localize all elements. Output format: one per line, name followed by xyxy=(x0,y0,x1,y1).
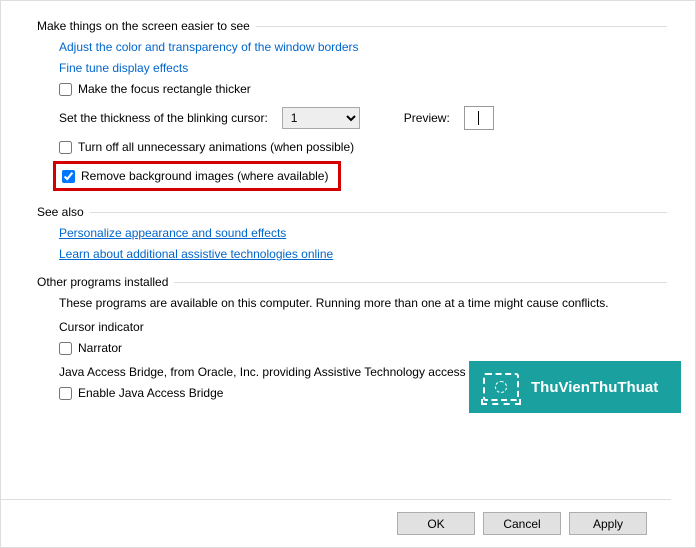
group-other-programs: Other programs installed xyxy=(37,275,667,289)
cursor-preview xyxy=(464,106,494,130)
link-personalize[interactable]: Personalize appearance and sound effects xyxy=(59,226,286,240)
dialog-button-bar: OK Cancel Apply xyxy=(1,499,671,535)
cursor-thickness-label: Set the thickness of the blinking cursor… xyxy=(59,111,268,125)
checkbox-java-access-bridge-label: Enable Java Access Bridge xyxy=(78,386,223,400)
checkbox-remove-background-label: Remove background images (where availabl… xyxy=(81,169,328,183)
checkbox-remove-background[interactable] xyxy=(62,170,75,183)
apply-button[interactable]: Apply xyxy=(569,512,647,535)
link-color-transparency[interactable]: Adjust the color and transparency of the… xyxy=(59,40,359,54)
laptop-icon xyxy=(483,373,519,401)
checkbox-java-access-bridge[interactable] xyxy=(59,387,72,400)
group-title-see-also: See also xyxy=(37,205,84,219)
group-title-other: Other programs installed xyxy=(37,275,168,289)
cursor-thickness-select[interactable]: 1 xyxy=(282,107,360,129)
preview-label: Preview: xyxy=(404,111,450,125)
cancel-button[interactable]: Cancel xyxy=(483,512,561,535)
checkbox-focus-rectangle-label: Make the focus rectangle thicker xyxy=(78,82,251,96)
highlight-remove-background: Remove background images (where availabl… xyxy=(53,161,341,191)
checkbox-turn-off-animations[interactable] xyxy=(59,141,72,154)
watermark-badge: ThuVienThuThuat xyxy=(469,361,681,413)
checkbox-turn-off-animations-label: Turn off all unnecessary animations (whe… xyxy=(78,140,354,154)
checkbox-focus-rectangle[interactable] xyxy=(59,83,72,96)
group-easier-to-see: Make things on the screen easier to see xyxy=(37,19,667,33)
watermark-text: ThuVienThuThuat xyxy=(531,379,658,396)
link-fine-tune[interactable]: Fine tune display effects xyxy=(59,61,188,75)
ok-button[interactable]: OK xyxy=(397,512,475,535)
group-title: Make things on the screen easier to see xyxy=(37,19,250,33)
link-learn-assistive[interactable]: Learn about additional assistive technol… xyxy=(59,247,333,261)
checkbox-narrator[interactable] xyxy=(59,342,72,355)
other-programs-desc: These programs are available on this com… xyxy=(59,296,609,310)
cursor-indicator-label: Cursor indicator xyxy=(59,320,144,334)
checkbox-narrator-label: Narrator xyxy=(78,341,122,355)
group-see-also: See also xyxy=(37,205,667,219)
